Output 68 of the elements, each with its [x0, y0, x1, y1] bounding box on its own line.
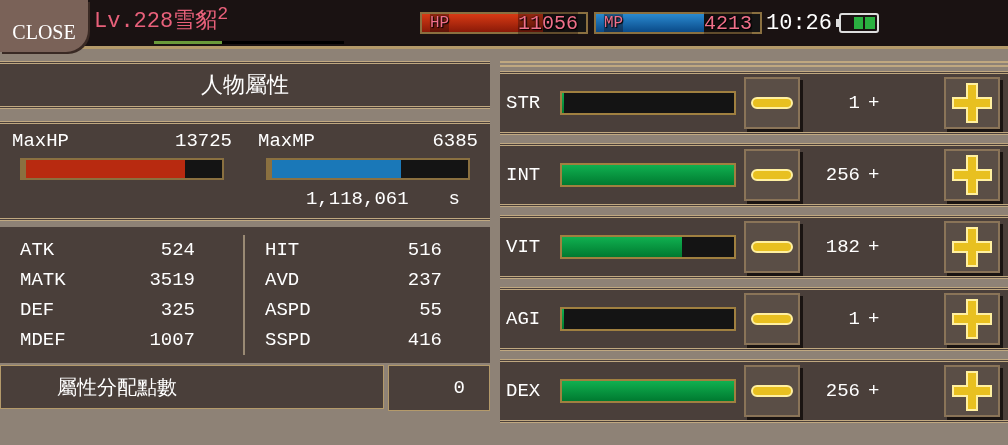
- mp-label: MP: [604, 14, 624, 32]
- stat-value: 13725: [175, 130, 232, 152]
- stat-label: AVD: [265, 269, 300, 291]
- decrease-button[interactable]: [744, 293, 800, 345]
- stat-label: SSPD: [265, 329, 311, 351]
- plus-icon: [951, 154, 993, 196]
- stat-value: 3519: [149, 269, 195, 291]
- points-label: 屬性分配點數: [0, 365, 384, 409]
- stat-label: MaxHP: [12, 130, 69, 152]
- attribute-value: 182: [824, 236, 860, 258]
- attribute-label: DEX: [506, 380, 542, 402]
- increase-button[interactable]: [944, 77, 1000, 129]
- stat-label: ATK: [20, 239, 55, 261]
- minus-icon: [750, 167, 794, 183]
- panel-title: 人物屬性: [0, 61, 490, 109]
- clock: 10:26: [766, 10, 832, 36]
- plus-sign: +: [867, 236, 881, 258]
- attribute-label: VIT: [506, 236, 542, 258]
- close-button[interactable]: CLOSE: [0, 0, 88, 52]
- plus-sign: +: [867, 380, 881, 402]
- battery-icon: [836, 12, 880, 34]
- plus-icon: [951, 370, 993, 412]
- decrease-button[interactable]: [744, 365, 800, 417]
- character-name: Lv.228雪貂$^{2}$: [94, 2, 230, 36]
- attribute-label: INT: [506, 164, 542, 186]
- stat-value: 1007: [149, 329, 195, 351]
- stat-value: 237: [407, 269, 442, 291]
- plus-icon: [951, 298, 993, 340]
- stat-value: 325: [160, 299, 195, 321]
- plus-sign: +: [867, 92, 881, 114]
- stat-value: 55: [419, 299, 442, 321]
- decrease-button[interactable]: [744, 77, 800, 129]
- decrease-button[interactable]: [744, 149, 800, 201]
- stat-label: HIT: [265, 239, 300, 261]
- stat-label: ASPD: [265, 299, 311, 321]
- mp-value: 4213: [704, 11, 752, 35]
- plus-sign: +: [867, 308, 881, 330]
- decrease-button[interactable]: [744, 221, 800, 273]
- exp-unit: s: [448, 188, 460, 210]
- minus-icon: [750, 383, 794, 399]
- minus-icon: [750, 311, 794, 327]
- attribute-value: 256: [824, 164, 860, 186]
- attribute-label: AGI: [506, 308, 542, 330]
- stat-value: 6385: [432, 130, 478, 152]
- stat-value: 516: [407, 239, 442, 261]
- increase-button[interactable]: [944, 221, 1000, 273]
- minus-icon: [750, 239, 794, 255]
- increase-button[interactable]: [944, 365, 1000, 417]
- stat-label: DEF: [20, 299, 55, 321]
- plus-sign: +: [867, 164, 881, 186]
- increase-button[interactable]: [944, 149, 1000, 201]
- plus-icon: [951, 82, 993, 124]
- attribute-label: STR: [506, 92, 542, 114]
- points-value: 0: [388, 365, 490, 411]
- minus-icon: [750, 95, 794, 111]
- increase-button[interactable]: [944, 293, 1000, 345]
- hp-label: HP: [430, 14, 450, 32]
- stat-label: MATK: [20, 269, 66, 291]
- hp-value: 11056: [518, 11, 578, 35]
- attribute-value: 1: [847, 308, 860, 330]
- stat-value: 416: [407, 329, 442, 351]
- exp-value: 1,118,061: [305, 188, 409, 210]
- plus-icon: [951, 226, 993, 268]
- stat-value: 524: [160, 239, 195, 261]
- attribute-value: 1: [847, 92, 860, 114]
- attribute-value: 256: [824, 380, 860, 402]
- stat-label: MaxMP: [258, 130, 315, 152]
- stat-label: MDEF: [20, 329, 66, 351]
